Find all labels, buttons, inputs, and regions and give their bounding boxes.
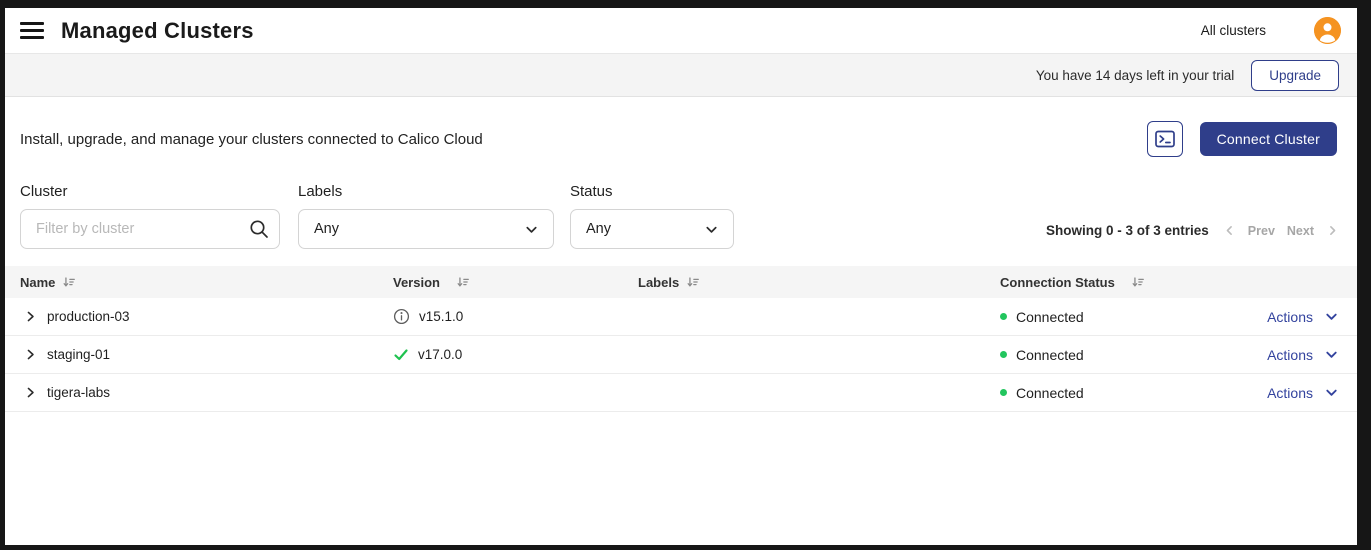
chevron-left-icon[interactable] xyxy=(1223,224,1236,237)
chevron-down-icon xyxy=(704,222,719,237)
trial-message: You have 14 days left in your trial xyxy=(1036,68,1234,83)
connection-status: Connected xyxy=(1016,309,1084,325)
top-bar: Managed Clusters All clusters xyxy=(5,8,1357,53)
table-row: tigera-labs Connected Actions xyxy=(5,374,1357,412)
status-filter-label: Status xyxy=(570,183,734,200)
connected-status-dot xyxy=(1000,313,1007,320)
cluster-name: tigera-labs xyxy=(47,385,110,400)
next-button[interactable]: Next xyxy=(1287,224,1314,238)
cluster-filter-input[interactable] xyxy=(20,209,280,249)
expand-row-icon[interactable] xyxy=(24,348,37,361)
column-header-connection-status[interactable]: Connection Status xyxy=(1000,275,1115,290)
labels-filter-value: Any xyxy=(314,221,339,237)
page-description: Install, upgrade, and manage your cluste… xyxy=(20,131,483,148)
cluster-version: v15.1.0 xyxy=(419,309,463,324)
labels-filter-label: Labels xyxy=(298,183,554,200)
status-filter-select[interactable]: Any xyxy=(570,209,734,249)
connected-status-dot xyxy=(1000,389,1007,396)
pagination: Showing 0 - 3 of 3 entries Prev Next xyxy=(1046,223,1339,238)
entries-summary: Showing 0 - 3 of 3 entries xyxy=(1046,223,1209,238)
labels-filter-group: Labels Any xyxy=(298,183,554,249)
expand-row-icon[interactable] xyxy=(24,386,37,399)
sort-icon[interactable] xyxy=(62,275,76,289)
filters-row: Cluster Labels Any xyxy=(20,183,1339,249)
status-filter-value: Any xyxy=(586,221,611,237)
status-filter-group: Status Any xyxy=(570,183,734,249)
chevron-down-icon[interactable] xyxy=(1324,385,1339,400)
table-row: production-03 v15.1.0 Connected Actions xyxy=(5,298,1357,336)
connection-status: Connected xyxy=(1016,385,1084,401)
terminal-icon xyxy=(1154,128,1176,150)
cluster-filter-group: Cluster xyxy=(20,183,280,249)
all-clusters-selector[interactable]: All clusters xyxy=(1201,23,1266,38)
table-header: Name Version Labels Connection Status xyxy=(5,266,1357,298)
connected-status-dot xyxy=(1000,351,1007,358)
terminal-button[interactable] xyxy=(1147,121,1183,157)
hamburger-menu-icon[interactable] xyxy=(20,22,44,39)
sort-icon[interactable] xyxy=(1131,275,1145,289)
actions-menu[interactable]: Actions xyxy=(1267,385,1313,401)
cluster-name: production-03 xyxy=(47,309,130,324)
chevron-down-icon xyxy=(524,222,539,237)
chevron-down-icon[interactable] xyxy=(1324,309,1339,324)
user-avatar-icon[interactable] xyxy=(1314,17,1341,44)
content-background xyxy=(5,412,1357,545)
page-title: Managed Clusters xyxy=(61,18,254,44)
expand-row-icon[interactable] xyxy=(24,310,37,323)
trial-banner: You have 14 days left in your trial Upgr… xyxy=(5,53,1357,97)
connect-cluster-button[interactable]: Connect Cluster xyxy=(1200,122,1337,156)
upgrade-button[interactable]: Upgrade xyxy=(1251,60,1339,91)
search-icon xyxy=(248,218,270,240)
chevron-down-icon[interactable] xyxy=(1324,347,1339,362)
column-header-name[interactable]: Name xyxy=(20,275,55,290)
managed-clusters-page: Managed Clusters All clusters You have 1… xyxy=(5,8,1357,545)
clusters-table: Name Version Labels Connection Status xyxy=(5,266,1357,412)
connection-status: Connected xyxy=(1016,347,1084,363)
labels-filter-select[interactable]: Any xyxy=(298,209,554,249)
cluster-version: v17.0.0 xyxy=(418,347,462,362)
chevron-right-icon[interactable] xyxy=(1326,224,1339,237)
table-row: staging-01 v17.0.0 Connected Actions xyxy=(5,336,1357,374)
check-icon xyxy=(393,347,409,363)
column-header-version[interactable]: Version xyxy=(393,275,440,290)
sort-icon[interactable] xyxy=(456,275,470,289)
cluster-toolbar: Install, upgrade, and manage your cluste… xyxy=(20,121,1337,157)
cluster-name: staging-01 xyxy=(47,347,110,362)
info-icon[interactable] xyxy=(393,308,410,325)
cluster-filter-label: Cluster xyxy=(20,183,280,200)
actions-menu[interactable]: Actions xyxy=(1267,309,1313,325)
search-button[interactable] xyxy=(248,218,270,243)
prev-button[interactable]: Prev xyxy=(1248,224,1275,238)
column-header-labels[interactable]: Labels xyxy=(638,275,679,290)
sort-icon[interactable] xyxy=(686,275,700,289)
actions-menu[interactable]: Actions xyxy=(1267,347,1313,363)
